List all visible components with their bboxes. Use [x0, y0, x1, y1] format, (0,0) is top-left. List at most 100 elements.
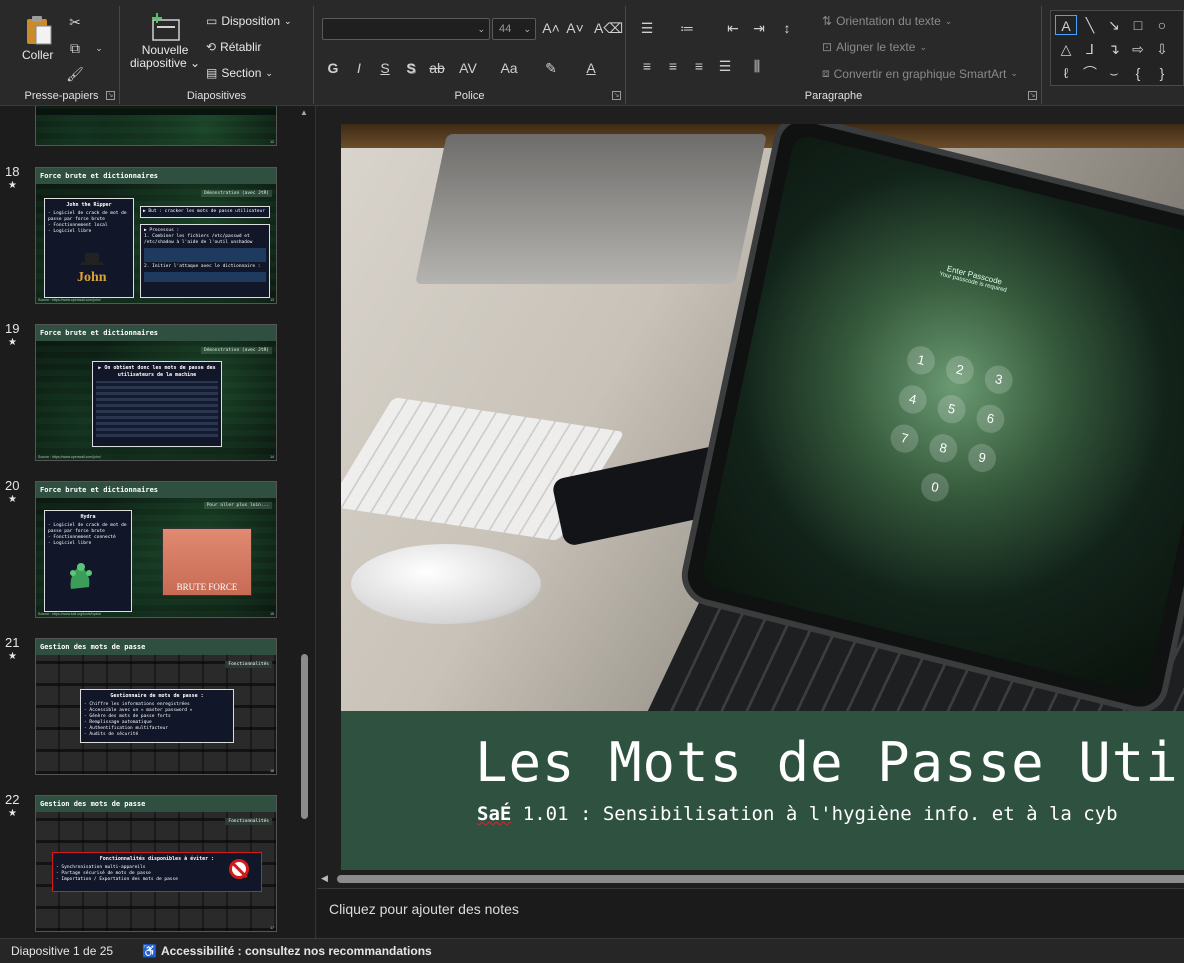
copy-icon[interactable]: ⧉ [64, 38, 86, 58]
shadow-button[interactable]: S [400, 58, 422, 78]
scrollbar-thumb[interactable] [301, 654, 308, 819]
slide-editor[interactable]: Enter Passcode Your passcode is required… [317, 106, 1184, 872]
current-slide[interactable]: Enter Passcode Your passcode is required… [341, 124, 1184, 870]
thumb-page-number: 15 [270, 612, 274, 616]
thumb-line: - Logiciel de crack de mot de passe par … [48, 210, 127, 222]
thumb-goal-text: ▶ But : cracker les mots de passe utilis… [143, 209, 265, 214]
powerpoint-window: Coller ✂ ⧉ ⌄ 🖌 Presse-papiers ↘ Nouvelle… [0, 0, 1184, 963]
underline-button[interactable]: S [374, 58, 396, 78]
increase-font-icon[interactable]: A˄ [540, 18, 562, 38]
section-button[interactable]: ▤ Section ⌄ [206, 66, 273, 80]
keypad-key: 8 [926, 431, 960, 466]
freeform-icon[interactable]: ℓ [1055, 63, 1077, 83]
align-center-icon[interactable]: ≡ [662, 56, 684, 76]
slide-thumbnail[interactable]: Force brute et dictionnaires Démonstrati… [35, 324, 277, 461]
change-case-button[interactable]: Aa [496, 58, 522, 78]
slide-thumbnail[interactable]: Gestion des mots de passe Fonctionnalité… [35, 638, 277, 775]
horizontal-scrollbar-thumb[interactable] [337, 875, 1184, 883]
line-spacing-icon[interactable]: ↕ [776, 18, 798, 38]
thumb-line: - Importation / Exportation des mots de … [56, 876, 178, 882]
increase-indent-icon[interactable]: ⇥ [748, 18, 770, 38]
paragraph-group: ☰ ≔ ⇤ ⇥ ↕ ≡ ≡ ≡ ☰ ⫼ ⇅ Orientation du text… [626, 6, 1042, 104]
justify-icon[interactable]: ☰ [714, 56, 736, 76]
scissors-icon[interactable]: ✂ [64, 12, 86, 32]
arrow-line-icon[interactable]: ↘ [1103, 15, 1125, 35]
thumb-footer: Source : https://www.kali.org/tools/hydr… [38, 612, 102, 616]
curve-icon[interactable]: ⌣ [1103, 63, 1125, 83]
format-painter-icon[interactable]: 🖌 [64, 64, 86, 84]
right-brace-icon[interactable]: } [1151, 63, 1173, 83]
down-arrow-icon[interactable]: ⇩ [1151, 39, 1173, 59]
accessibility-icon: ♿ [142, 944, 157, 958]
textbox-icon[interactable]: A [1055, 15, 1077, 35]
slide-thumbnail[interactable]: Gestion des mots de passe Fonctionnalité… [35, 795, 277, 932]
text-direction-label: Orientation du texte [836, 14, 941, 28]
line-icon[interactable]: ╲ [1079, 15, 1101, 35]
highlight-icon[interactable]: ✎ [540, 58, 562, 78]
scroll-up-arrow-icon[interactable]: ▲ [300, 108, 308, 117]
triangle-icon[interactable]: △ [1055, 39, 1077, 59]
john-the-ripper-logo: John [77, 253, 107, 285]
slide-thumbnail[interactable]: Force brute et dictionnaires Démonstrati… [35, 167, 277, 304]
font-name-field[interactable]: ⌄ [322, 18, 490, 40]
slide-thumbnail[interactable]: Force brute et dictionnaires Pour aller … [35, 481, 277, 618]
keypad-key: 3 [982, 362, 1016, 397]
thumb-code-block [144, 248, 266, 263]
bold-button[interactable]: G [322, 58, 344, 78]
paste-button[interactable]: Coller [22, 14, 53, 62]
paragraph-launcher-icon[interactable]: ↘ [1028, 91, 1037, 100]
horizontal-scrollbar[interactable]: ◀ [317, 872, 1184, 886]
slide-thumbnail-pane[interactable]: 12 18 ★ Force brute et dictionnaires Dém… [0, 106, 316, 938]
align-right-icon[interactable]: ≡ [688, 56, 710, 76]
rectangle-icon[interactable]: □ [1127, 15, 1149, 35]
keypad-key: 2 [943, 352, 977, 388]
copy-dropdown-chevron-icon[interactable]: ⌄ [88, 38, 110, 58]
notes-pane[interactable]: Cliquez pour ajouter des notes [317, 888, 1184, 938]
numbering-icon[interactable]: ≔ [676, 18, 698, 38]
thumb-title: Force brute et dictionnaires [36, 168, 276, 184]
chevron-down-icon: ⌄ [1010, 68, 1018, 78]
reset-label: Rétablir [220, 40, 262, 54]
font-launcher-icon[interactable]: ↘ [612, 91, 621, 100]
reset-button[interactable]: ⟲ Rétablir [206, 40, 261, 54]
smartart-button[interactable]: ⧈ Convertir en graphique SmartArt ⌄ [822, 66, 1018, 81]
slides-group: Nouvelle diapositive ⌄ ▭ Disposition ⌄ ⟲ Ré… [120, 6, 314, 104]
slide-counter[interactable]: Diapositive 1 de 25 [11, 944, 113, 958]
elbow-arrow-icon[interactable]: ↴ [1103, 39, 1125, 59]
slide-title[interactable]: Les Mots de Passe Uti [475, 731, 1179, 794]
clear-formatting-icon[interactable]: A⌫ [594, 18, 623, 38]
notes-placeholder[interactable]: Cliquez pour ajouter des notes [329, 901, 519, 917]
arc-icon[interactable]: ⌒ [1079, 63, 1101, 83]
slide-thumbnail-17-partial[interactable]: 12 [35, 106, 277, 146]
font-size-field[interactable]: 44 ⌄ [492, 18, 536, 40]
thumbnail-scrollbar[interactable]: ▲ [298, 106, 312, 938]
columns-icon[interactable]: ⫼ [746, 56, 768, 76]
new-slide-button[interactable]: Nouvelle diapositive ⌄ [130, 12, 200, 70]
slide-subtitle[interactable]: SaÉ 1.01 : Sensibilisation à l'hygiène i… [477, 803, 1118, 825]
bullets-icon[interactable]: ☰ [636, 18, 658, 38]
transition-star-icon: ★ [8, 651, 17, 662]
connector-icon[interactable]: ⅃ [1079, 39, 1101, 59]
strikethrough-button[interactable]: ab [426, 58, 448, 78]
font-color-icon[interactable]: A [580, 58, 602, 78]
accessibility-status[interactable]: ♿ Accessibilité : consultez nos recomman… [142, 944, 432, 958]
clipboard-launcher-icon[interactable]: ↘ [106, 91, 115, 100]
right-arrow-icon[interactable]: ⇨ [1127, 39, 1149, 59]
thumb-line: 2. Initier l'attaque avec le dictionnair… [144, 264, 261, 270]
align-text-button[interactable]: ⊡ Aligner le texte ⌄ [822, 40, 927, 54]
ribbon: Coller ✂ ⧉ ⌄ 🖌 Presse-papiers ↘ Nouvelle… [0, 0, 1184, 106]
align-left-icon[interactable]: ≡ [636, 56, 658, 76]
layout-button[interactable]: ▭ Disposition ⌄ [206, 14, 292, 28]
oval-icon[interactable]: ○ [1151, 15, 1173, 35]
brute-force-label: BRUTE FORCE [176, 582, 238, 592]
text-direction-button[interactable]: ⇅ Orientation du texte ⌄ [822, 14, 952, 28]
decrease-indent-icon[interactable]: ⇤ [722, 18, 744, 38]
font-size-value: 44 [499, 23, 512, 35]
decrease-font-icon[interactable]: A˅ [564, 18, 586, 38]
left-brace-icon[interactable]: { [1127, 63, 1149, 83]
italic-button[interactable]: I [348, 58, 370, 78]
paste-label: Coller [22, 48, 54, 62]
scroll-left-arrow-icon[interactable]: ◀ [321, 873, 328, 884]
thumb-page-number: 14 [270, 455, 274, 459]
char-spacing-button[interactable]: AV [454, 58, 482, 78]
